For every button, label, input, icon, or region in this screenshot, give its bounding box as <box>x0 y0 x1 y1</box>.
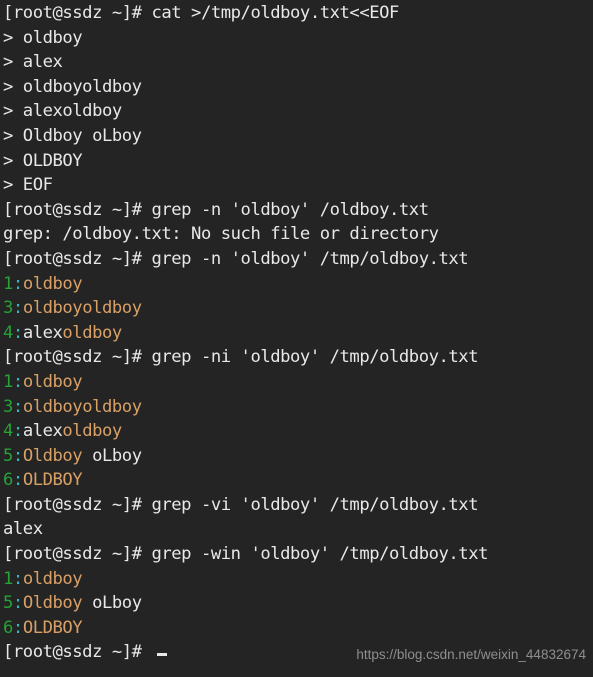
command-grep-win: [root@ssdz ~]# grep -win 'oldboy' /tmp/o… <box>3 542 593 567</box>
text-segment: 3 <box>3 396 13 417</box>
text-segment: [root@ssdz ~]# <box>3 494 152 515</box>
text-segment: > Oldboy oLboy <box>3 125 142 146</box>
output-grep-win-line1: 1:oldboy <box>3 567 593 592</box>
watermark-text: https://blog.csdn.net/weixin_44832674 <box>356 647 586 663</box>
text-segment: : <box>12 396 23 417</box>
text-segment: : <box>12 298 23 319</box>
output-grep-n-line4: 4:alexoldboy <box>3 321 593 346</box>
text-segment: : <box>12 445 23 466</box>
command-grep-vi: [root@ssdz ~]# grep -vi 'oldboy' /tmp/ol… <box>3 493 593 518</box>
text-segment: Oldboy <box>22 593 83 614</box>
output-grep-win-line5: 5:Oldboy oLboy <box>3 591 593 616</box>
command-cat-heredoc: [root@ssdz ~]# cat >/tmp/oldboy.txt<<EOF <box>3 1 593 26</box>
text-segment: > alex <box>3 52 63 73</box>
output-grep-ni-line3: 3:oldboyoldboy <box>3 395 593 420</box>
command-grep-n: [root@ssdz ~]# grep -n 'oldboy' /tmp/old… <box>3 247 593 272</box>
text-segment: 6 <box>3 617 13 638</box>
text-segment: 4 <box>3 322 13 343</box>
text-segment: grep -vi 'oldboy' /tmp/oldboy.txt <box>151 494 479 515</box>
text-segment: grep -ni 'oldboy' /tmp/oldboy.txt <box>151 347 479 368</box>
text-segment: oldboy <box>22 273 83 294</box>
output-grep-ni-line1: 1:oldboy <box>3 370 593 395</box>
text-segment: [root@ssdz ~]# <box>3 199 152 220</box>
text-segment: [root@ssdz ~]# <box>3 347 152 368</box>
text-segment: > alexoldboy <box>3 101 122 122</box>
text-segment: oldboy <box>62 322 122 343</box>
text-segment: 5 <box>3 445 13 466</box>
text-segment: 6 <box>3 470 13 491</box>
command-grep-n-badpath: [root@ssdz ~]# grep -n 'oldboy' /oldboy.… <box>3 198 593 223</box>
text-segment: OLDBOY <box>22 617 83 638</box>
text-segment: : <box>12 617 23 638</box>
text-segment: alex <box>3 519 43 540</box>
text-segment: 1 <box>3 371 13 392</box>
text-segment: : <box>12 273 23 294</box>
text-segment: [root@ssdz ~]# <box>3 642 152 663</box>
text-segment: oldboy <box>62 421 122 442</box>
text-segment: [root@ssdz ~]# <box>3 544 152 565</box>
heredoc-input-alexoldboy: > alexoldboy <box>3 99 593 124</box>
text-segment: cat >/tmp/oldboy.txt<<EOF <box>151 3 399 23</box>
heredoc-terminator: > EOF <box>3 173 593 198</box>
output-grep-ni-line4: 4:alexoldboy <box>3 419 593 444</box>
text-segment: grep -n 'oldboy' /oldboy.txt <box>151 199 429 220</box>
output-grep-ni-line5: 5:Oldboy oLboy <box>3 444 593 469</box>
text-segment: > oldboy <box>3 27 83 48</box>
heredoc-input-oldboyoldboy: > oldboyoldboy <box>3 75 593 100</box>
text-segment: : <box>12 593 23 614</box>
output-grep-vi-alex: alex <box>3 517 593 542</box>
terminal-output: [root@ssdz ~]# cat >/tmp/oldboy.txt<<EOF… <box>3 1 593 665</box>
text-segment: oldboyoldboy <box>22 396 142 417</box>
text-segment: > oldboyoldboy <box>3 76 142 97</box>
text-segment: grep -win 'oldboy' /tmp/oldboy.txt <box>151 544 488 565</box>
text-segment: : <box>12 322 23 343</box>
text-segment: OLDBOY <box>22 470 83 491</box>
text-segment: oLboy <box>82 445 142 466</box>
output-grep-win-line6: 6:OLDBOY <box>3 616 593 641</box>
text-segment: : <box>12 371 23 392</box>
output-grep-n-line3: 3:oldboyoldboy <box>3 296 593 321</box>
text-segment: : <box>12 470 23 491</box>
text-segment: > EOF <box>3 175 53 196</box>
heredoc-input-OLDBOY: > OLDBOY <box>3 149 593 174</box>
text-segment: > OLDBOY <box>3 150 83 171</box>
heredoc-input-oldboy: > oldboy <box>3 26 593 51</box>
heredoc-input-oldboy-olboy: > Oldboy oLboy <box>3 124 593 149</box>
text-segment: oldboyoldboy <box>22 298 142 319</box>
text-segment: oLboy <box>82 593 142 614</box>
text-segment: alex <box>22 322 63 343</box>
text-cursor <box>157 653 168 657</box>
text-segment: grep: /oldboy.txt: No such file or direc… <box>3 224 439 245</box>
text-segment: : <box>12 568 23 589</box>
text-segment: 4 <box>3 421 13 442</box>
text-segment: [root@ssdz ~]# <box>3 248 152 269</box>
output-error-no-such-file: grep: /oldboy.txt: No such file or direc… <box>3 222 593 247</box>
heredoc-input-alex: > alex <box>3 50 593 75</box>
text-segment: 1 <box>3 273 13 294</box>
text-segment: [root@ssdz ~]# <box>3 3 152 23</box>
text-segment: Oldboy <box>22 445 83 466</box>
text-segment: grep -n 'oldboy' /tmp/oldboy.txt <box>151 248 469 269</box>
text-segment: 1 <box>3 568 13 589</box>
command-grep-ni: [root@ssdz ~]# grep -ni 'oldboy' /tmp/ol… <box>3 345 593 370</box>
text-segment: alex <box>22 421 63 442</box>
terminal-window[interactable]: [root@ssdz ~]# cat >/tmp/oldboy.txt<<EOF… <box>0 0 593 677</box>
text-segment: : <box>12 421 23 442</box>
text-segment: 3 <box>3 298 13 319</box>
text-segment: oldboy <box>22 371 83 392</box>
output-grep-n-line1: 1:oldboy <box>3 272 593 297</box>
text-segment: oldboy <box>22 568 83 589</box>
output-grep-ni-line6: 6:OLDBOY <box>3 468 593 493</box>
text-segment: 5 <box>3 593 13 614</box>
